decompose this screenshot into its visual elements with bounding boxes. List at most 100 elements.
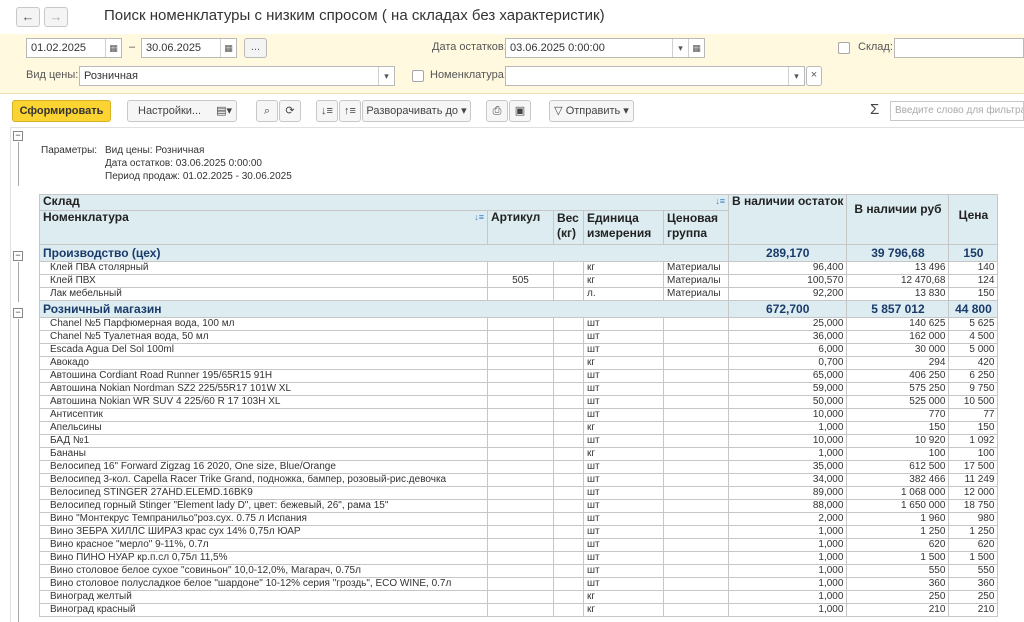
cell-qty: 2,000: [727, 512, 848, 526]
cell-qty: 1,000: [727, 603, 848, 617]
table-row[interactable]: Велосипед горный Stinger "Element lady D…: [39, 499, 999, 513]
group-row[interactable]: Производство (цех) 289,170 39 796,68 150: [39, 244, 999, 262]
header-nomenclature[interactable]: Номенклатура ↓≡: [39, 210, 488, 245]
send-button[interactable]: ▽ Отправить ▾: [549, 100, 634, 122]
table-row[interactable]: Chanel №5 Парфюмерная вода, 100 мл шт 25,0…: [39, 317, 999, 331]
group-row[interactable]: Розничный магазин 672,700 5 857 012 44 800: [39, 300, 999, 318]
stock-date-input[interactable]: 03.06.2025 0:00:00 ▾ ▦: [505, 38, 705, 58]
generate-button[interactable]: Сформировать: [12, 100, 111, 122]
print-icon[interactable]: ⎙: [486, 100, 508, 122]
sum-icon[interactable]: Σ: [870, 101, 879, 118]
collapse-group-toggle[interactable]: −: [13, 251, 23, 261]
table-row[interactable]: Клей ПВХ 505 кг Материалы 100,570 12 470,68 12…: [39, 274, 999, 288]
date-from-input[interactable]: 01.02.2025 ▦: [26, 38, 122, 58]
forward-button[interactable]: →: [44, 7, 68, 27]
table-row[interactable]: Виноград красный кг 1,000 210 210: [39, 603, 999, 617]
header-unit[interactable]: Единица измерения: [583, 210, 664, 245]
group-price: 150: [948, 244, 999, 262]
dropdown-icon[interactable]: ▾: [672, 39, 688, 57]
cell-weight: [553, 538, 584, 552]
print-preview-icon[interactable]: ▣: [509, 100, 531, 122]
cell-qty: 34,000: [727, 473, 848, 487]
cell-price: 150: [948, 287, 999, 301]
calendar-icon[interactable]: ▦: [105, 39, 121, 57]
table-row[interactable]: Виноград желтый кг 1,000 250 250: [39, 590, 999, 604]
cell-unit: шт: [583, 343, 664, 357]
table-row[interactable]: Велосипед 16" Forward Zigzag 16 2020, On…: [39, 460, 999, 474]
table-row[interactable]: Лак мебельный л. Материалы 92,200 13 830 150: [39, 287, 999, 301]
table-row[interactable]: Авокадо кг 0,700 294 420: [39, 356, 999, 370]
dropdown-icon[interactable]: ▾: [378, 67, 394, 85]
table-row[interactable]: БАД №1 шт 10,000 10 920 1 092: [39, 434, 999, 448]
table-row[interactable]: Chanel №5 Туалетная вода, 50 мл шт 36,000 1…: [39, 330, 999, 344]
cell-nomenclature: Виноград красный: [39, 603, 488, 617]
sort-icon[interactable]: ↓≡: [715, 196, 725, 208]
filter-input[interactable]: Введите слово для фильтра: [890, 101, 1024, 121]
cell-article: [487, 473, 554, 487]
sort-ascending-icon[interactable]: ↓≡: [316, 100, 338, 122]
sort-descending-icon[interactable]: ↑≡: [339, 100, 361, 122]
table-row[interactable]: Вино ПИНО НУАР кр.п.сл 0,75л 11,5% шт 1,00…: [39, 551, 999, 565]
cell-weight: [553, 434, 584, 448]
grouping-gutter: − − −: [11, 128, 39, 622]
dropdown-icon[interactable]: ▾: [788, 67, 804, 85]
settings-button[interactable]: Настройки... ▤▾: [127, 100, 237, 122]
table-row[interactable]: Вино столовое полусладкое белое "шардоне…: [39, 577, 999, 591]
header-weight[interactable]: Вес (кг): [553, 210, 584, 245]
header-rub[interactable]: В наличии руб: [846, 194, 950, 245]
warehouse-input[interactable]: [894, 38, 1024, 58]
cell-price: 620: [948, 538, 999, 552]
table-row[interactable]: Антисептик шт 10,000 770 77: [39, 408, 999, 422]
table-row[interactable]: Апельсины кг 1,000 150 150: [39, 421, 999, 435]
header-price-group[interactable]: Ценовая группа: [663, 210, 729, 245]
table-row[interactable]: Автошина Cordiant Road Runner 195/65R15 …: [39, 369, 999, 383]
cell-weight: [553, 330, 584, 344]
period-select-button[interactable]: ...: [244, 38, 267, 58]
search-icon[interactable]: ⌕: [256, 100, 278, 122]
table-row[interactable]: Escada Agua Del Sol 100ml шт 6,000 30 000 5 …: [39, 343, 999, 357]
sort-icon[interactable]: ↓≡: [474, 212, 484, 224]
nomenclature-checkbox[interactable]: [412, 70, 424, 82]
table-row[interactable]: Вино ЗЕБРА ХИЛЛС ШИРАЗ крас сух 14% 0,75…: [39, 525, 999, 539]
table-row[interactable]: Автошина Nokian Nordman SZ2 225/55R17 10…: [39, 382, 999, 396]
expand-to-button[interactable]: Разворачивать до ▾: [362, 100, 471, 122]
page-title: Поиск номенклатуры с низким спросом ( на…: [104, 7, 605, 24]
cell-weight: [553, 551, 584, 565]
header-warehouse[interactable]: Склад ↓≡: [39, 194, 729, 211]
table-row[interactable]: Велосипед 3-кол. Capella Racer Trike Gra…: [39, 473, 999, 487]
header-qty[interactable]: В наличии остаток: [727, 194, 848, 245]
warehouse-checkbox[interactable]: [838, 42, 850, 54]
back-button[interactable]: ←: [16, 7, 40, 27]
settings-panel: 01.02.2025 ▦ – 30.06.2025 ▦ ... Дата ост…: [0, 34, 1024, 94]
cell-rub: 360: [846, 577, 950, 591]
cell-nomenclature: Лак мебельный: [39, 287, 488, 301]
table-row[interactable]: Вино красное "мерло" 9-11%, 0.7л шт 1,000 6…: [39, 538, 999, 552]
cell-price-group: [663, 317, 729, 331]
cell-price-group: [663, 356, 729, 370]
header-nomenclature-label: Номенклатура: [43, 210, 129, 224]
collapse-params-toggle[interactable]: −: [13, 131, 23, 141]
table-row[interactable]: Автошина Nokian WR SUV 4 225/60 R 17 103…: [39, 395, 999, 409]
date-to-input[interactable]: 30.06.2025 ▦: [141, 38, 237, 58]
table-row[interactable]: Вино столовое белое сухое "совиньон" 10,…: [39, 564, 999, 578]
report-area[interactable]: − − − Параметры: Вид цены: Розничная Дат…: [10, 127, 1024, 622]
cell-weight: [553, 486, 584, 500]
header-article[interactable]: Артикул: [487, 210, 554, 245]
nomenclature-input[interactable]: ▾: [505, 66, 805, 86]
clear-icon[interactable]: ×: [806, 66, 822, 86]
table-row[interactable]: Вино "Монтекрус Темпранильо"роз.сух. 0.7…: [39, 512, 999, 526]
cell-article: [487, 287, 554, 301]
header-price[interactable]: Цена: [948, 194, 999, 245]
group-name: Розничный магазин: [39, 300, 729, 318]
table-row[interactable]: Велосипед STINGER 27AHD.ELEMD.16BK9 шт 89,…: [39, 486, 999, 500]
calendar-icon[interactable]: ▦: [220, 39, 236, 57]
cell-weight: [553, 499, 584, 513]
cell-unit: шт: [583, 330, 664, 344]
calendar-icon[interactable]: ▦: [688, 39, 704, 57]
price-type-select[interactable]: Розничная ▾: [79, 66, 395, 86]
cell-article: [487, 603, 554, 617]
table-row[interactable]: Бананы кг 1,000 100 100: [39, 447, 999, 461]
collapse-group-toggle[interactable]: −: [13, 308, 23, 318]
table-row[interactable]: Клей ПВА столярный кг Материалы 96,400 13 49…: [39, 261, 999, 275]
search-next-icon[interactable]: ⟳: [279, 100, 301, 122]
